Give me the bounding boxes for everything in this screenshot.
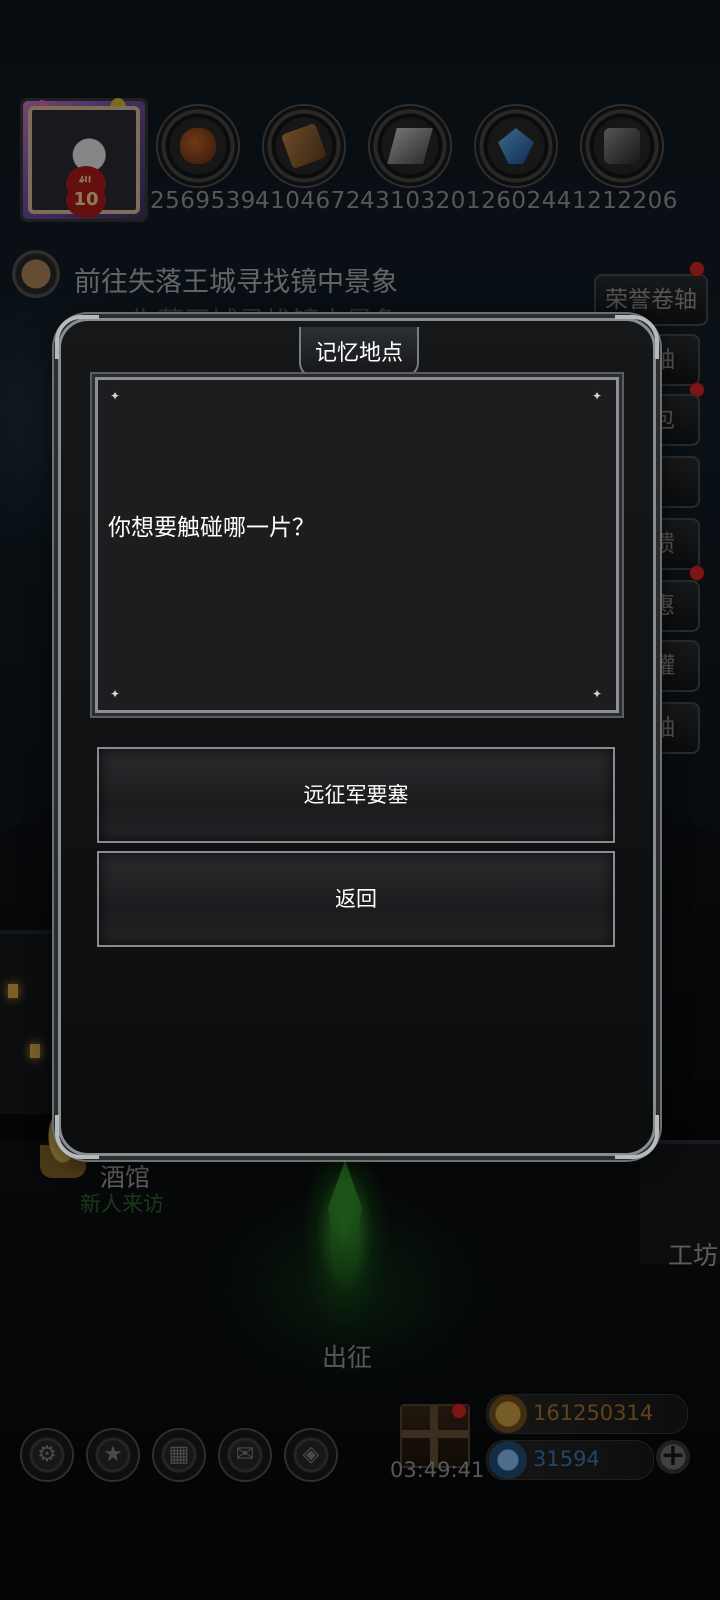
dialog-title-plate: 记忆地点 — [299, 327, 419, 377]
back-button[interactable]: 返回 — [97, 851, 615, 947]
option-expedition-fortress-button[interactable]: 远征军要塞 — [97, 747, 615, 843]
dialog-message: 你想要触碰哪一片？ — [108, 515, 315, 541]
sparkle-icon: ✦ — [592, 389, 603, 403]
memory-location-dialog: 记忆地点 ✦ ✦ ✦ ✦ 你想要触碰哪一片？ 远征军要塞 返回 — [55, 315, 659, 1159]
sparkle-icon: ✦ — [592, 687, 603, 701]
dialog-title: 记忆地点 — [314, 341, 403, 366]
sparkle-icon: ✦ — [110, 687, 121, 701]
sparkle-icon: ✦ — [110, 389, 121, 403]
dialog-message-box: ✦ ✦ ✦ ✦ 你想要触碰哪一片？ — [95, 377, 619, 713]
